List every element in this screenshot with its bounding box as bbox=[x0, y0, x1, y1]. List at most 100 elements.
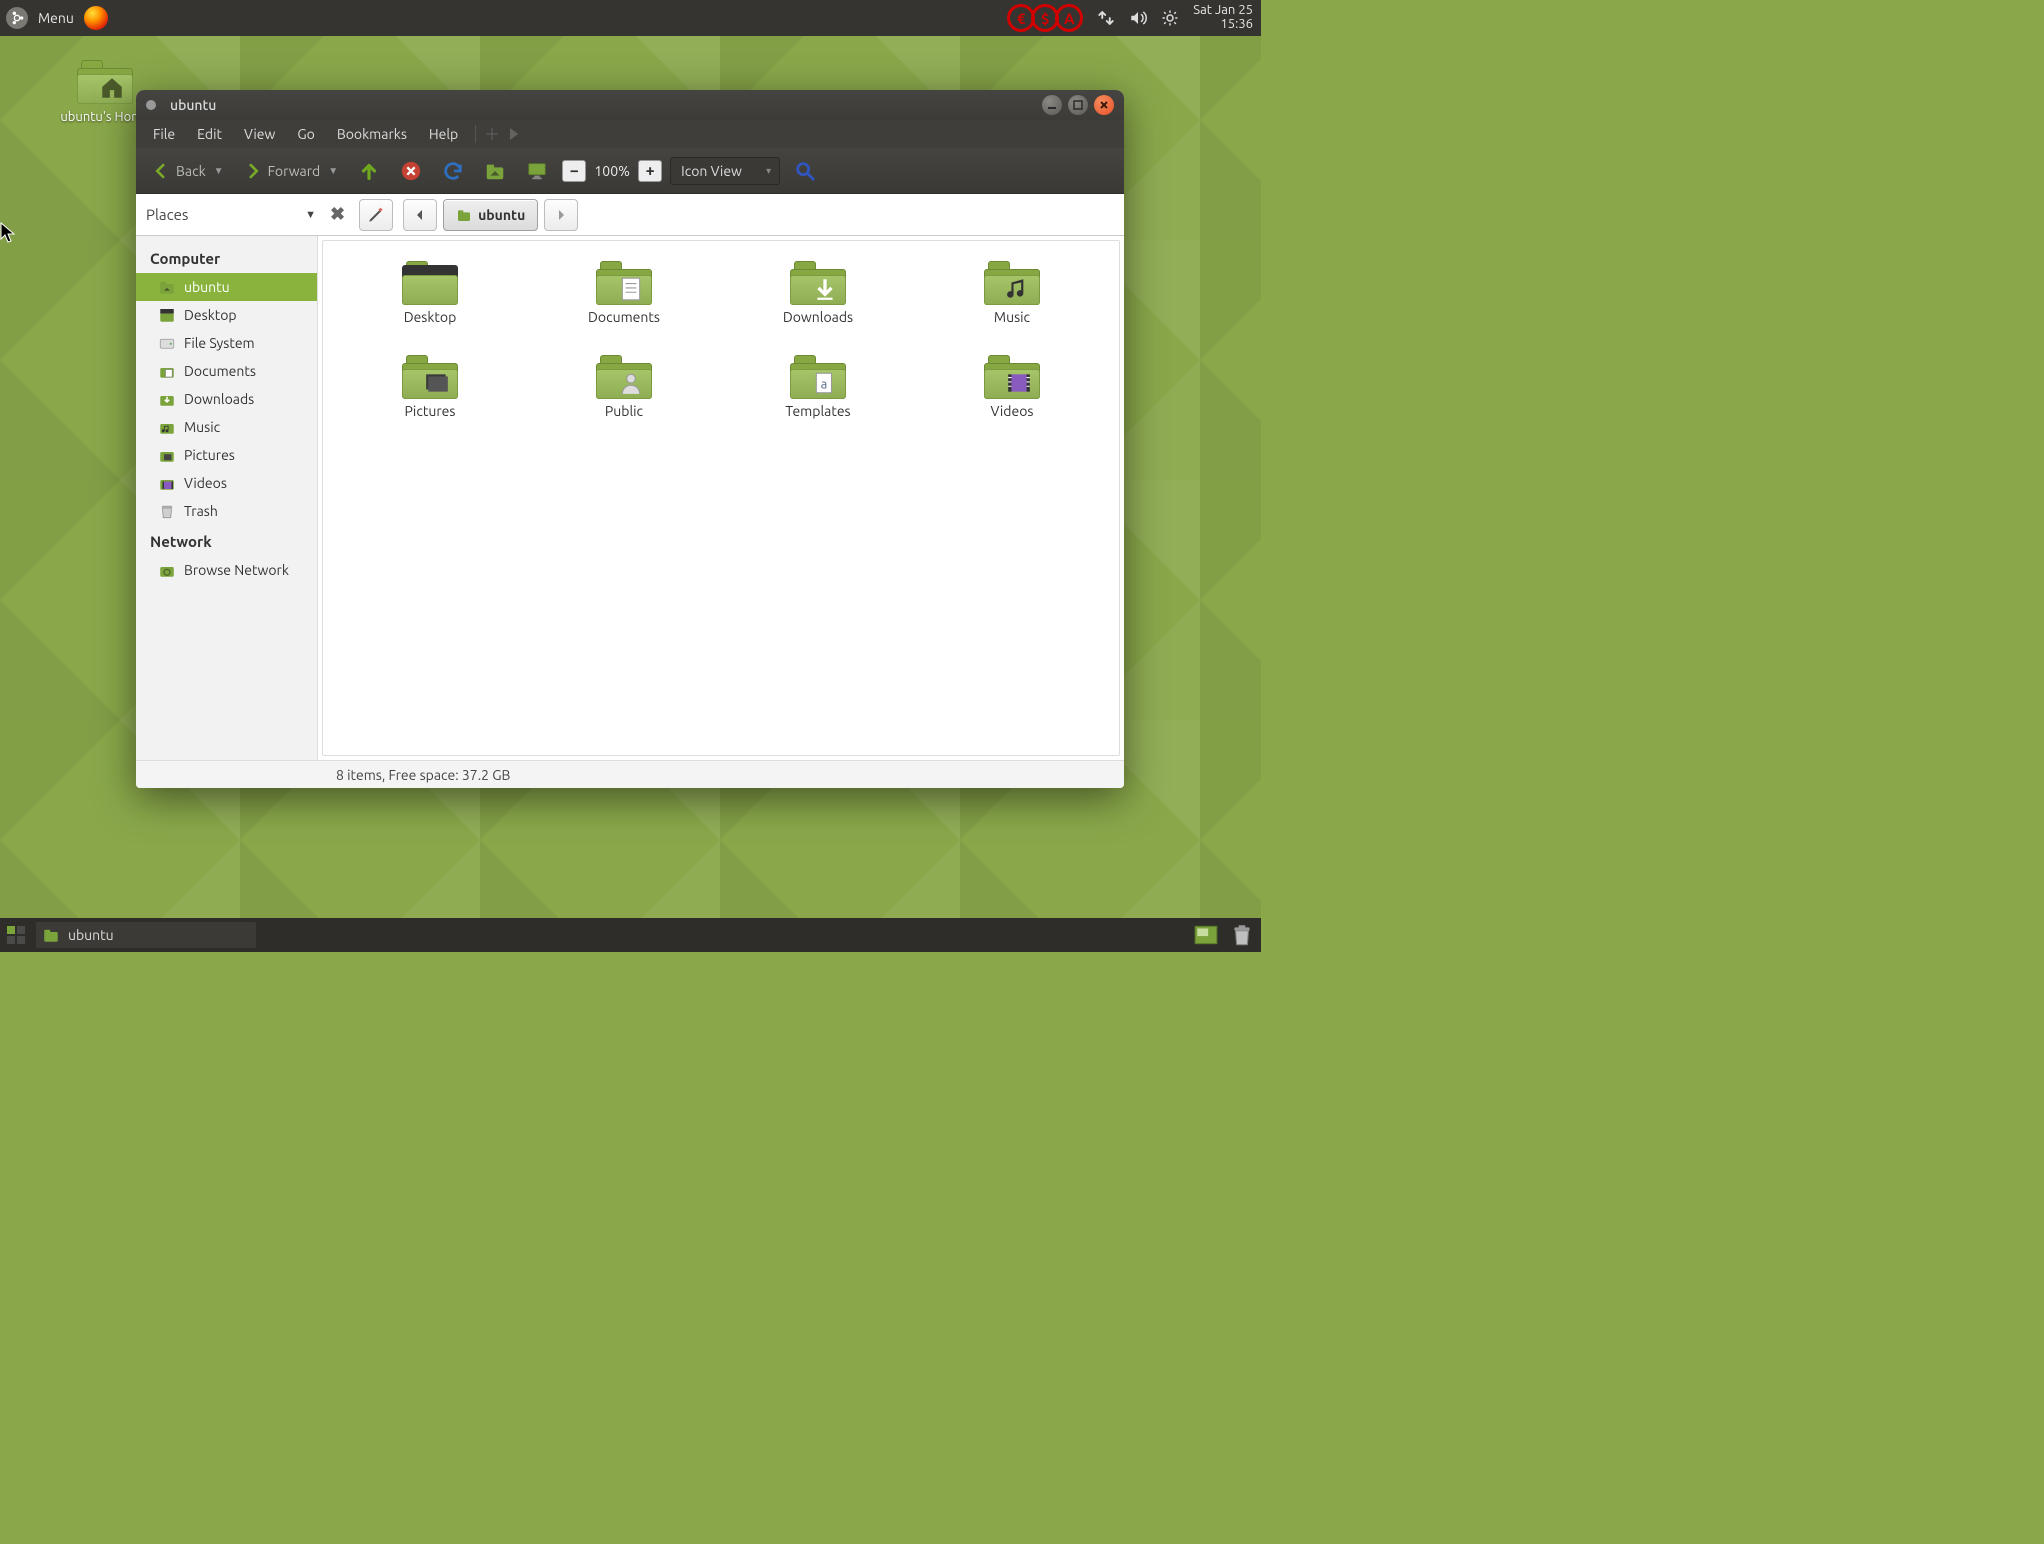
back-label: Back bbox=[176, 163, 206, 179]
settings-gear-icon[interactable] bbox=[1161, 9, 1179, 27]
documents-icon bbox=[616, 277, 646, 301]
volume-icon[interactable] bbox=[1129, 9, 1147, 27]
taskbar-item-ubuntu[interactable]: ubuntu bbox=[36, 922, 256, 948]
documents-icon bbox=[158, 362, 176, 380]
folder-view[interactable]: Desktop Documents Downloads Music Pictures Pu… bbox=[322, 240, 1120, 756]
places-dropdown-icon[interactable]: ▼ bbox=[305, 209, 316, 221]
menu-view[interactable]: View bbox=[235, 124, 284, 144]
sidebar-item-label: Pictures bbox=[184, 447, 235, 463]
breadcrumb-item-ubuntu[interactable]: ubuntu bbox=[443, 199, 538, 231]
menu-bookmarks[interactable]: Bookmarks bbox=[328, 124, 416, 144]
taskbar-item-label: ubuntu bbox=[68, 927, 114, 943]
network-icon bbox=[158, 561, 176, 579]
folder-documents[interactable]: Documents bbox=[527, 261, 721, 325]
computer-button[interactable] bbox=[520, 156, 554, 186]
places-label[interactable]: Places bbox=[146, 206, 188, 223]
folder-label: Desktop bbox=[404, 309, 457, 325]
sidebar-item-label: Documents bbox=[184, 363, 256, 379]
breadcrumb-label: ubuntu bbox=[478, 207, 525, 223]
folder-label: Documents bbox=[588, 309, 660, 325]
folder-label: Downloads bbox=[783, 309, 853, 325]
folder-label: Music bbox=[994, 309, 1030, 325]
sidebar-item-trash[interactable]: Trash bbox=[136, 497, 317, 525]
sidebar-item-label: Browse Network bbox=[184, 562, 289, 578]
folder-videos[interactable]: Videos bbox=[915, 355, 1109, 419]
folder-public[interactable]: Public bbox=[527, 355, 721, 419]
clock[interactable]: Sat Jan 25 15:36 bbox=[1193, 4, 1255, 31]
bottom-panel: ubuntu bbox=[0, 918, 1261, 952]
sidebar-item-label: Music bbox=[184, 419, 220, 435]
show-desktop-button[interactable] bbox=[6, 925, 26, 945]
minimize-button[interactable] bbox=[1042, 95, 1062, 115]
breadcrumb-back-button[interactable] bbox=[403, 199, 437, 231]
folder-templates[interactable]: aTemplates bbox=[721, 355, 915, 419]
indicator-a-icon[interactable]: A bbox=[1055, 4, 1083, 32]
disabled-menu-icons bbox=[484, 126, 522, 142]
window-title: ubuntu bbox=[170, 97, 216, 113]
titlebar[interactable]: ubuntu bbox=[136, 90, 1124, 120]
sidebar-item-browse-network[interactable]: Browse Network bbox=[136, 556, 317, 584]
sidebar-item-ubuntu[interactable]: ubuntu bbox=[136, 273, 317, 301]
firefox-icon[interactable] bbox=[84, 6, 108, 30]
back-dropdown-icon[interactable]: ▼ bbox=[214, 165, 224, 177]
ubuntu-logo-icon[interactable] bbox=[6, 7, 28, 29]
close-sidepane-button[interactable]: ✖ bbox=[326, 204, 349, 225]
forward-dropdown-icon[interactable]: ▼ bbox=[328, 165, 338, 177]
trash-icon bbox=[158, 502, 176, 520]
location-bar: Places ▼ ✖ ubuntu bbox=[136, 194, 1124, 236]
folder-music[interactable]: Music bbox=[915, 261, 1109, 325]
places-sidebar: Computer ubuntuDesktopFile SystemDocumen… bbox=[136, 236, 318, 760]
trash-button[interactable] bbox=[1229, 922, 1255, 948]
folder-label: Templates bbox=[785, 403, 850, 419]
top-panel: Menu € $ A Sat Jan 25 15:36 bbox=[0, 0, 1261, 36]
sidebar-item-label: File System bbox=[184, 335, 255, 351]
clock-date: Sat Jan 25 bbox=[1193, 4, 1253, 18]
folder-downloads[interactable]: Downloads bbox=[721, 261, 915, 325]
menu-help[interactable]: Help bbox=[420, 124, 467, 144]
sidebar-item-file-system[interactable]: File System bbox=[136, 329, 317, 357]
sidebar-item-pictures[interactable]: Pictures bbox=[136, 441, 317, 469]
zoom-in-button[interactable]: + bbox=[638, 160, 662, 182]
parent-folder-button[interactable] bbox=[352, 156, 386, 186]
menu-go[interactable]: Go bbox=[288, 124, 323, 144]
menu-label[interactable]: Menu bbox=[38, 10, 74, 26]
status-text: 8 items, Free space: 37.2 GB bbox=[336, 767, 510, 783]
drive-icon bbox=[158, 334, 176, 352]
sidebar-item-videos[interactable]: Videos bbox=[136, 469, 317, 497]
sidebar-item-music[interactable]: Music bbox=[136, 413, 317, 441]
pictures-icon bbox=[422, 371, 452, 395]
folder-desktop[interactable]: Desktop bbox=[333, 261, 527, 325]
workspace-switcher[interactable] bbox=[1193, 923, 1219, 947]
app-icon bbox=[146, 100, 156, 110]
close-button[interactable] bbox=[1094, 95, 1114, 115]
indicator-badges[interactable]: € $ A bbox=[1011, 4, 1083, 32]
back-button[interactable]: Back ▼ bbox=[146, 158, 230, 184]
home-icon bbox=[158, 278, 176, 296]
edit-path-button[interactable] bbox=[359, 199, 393, 231]
desktop-icon bbox=[158, 306, 176, 324]
menu-edit[interactable]: Edit bbox=[188, 124, 231, 144]
zoom-out-button[interactable]: − bbox=[562, 160, 586, 182]
pictures-icon bbox=[158, 446, 176, 464]
folder-pictures[interactable]: Pictures bbox=[333, 355, 527, 419]
breadcrumb: ubuntu bbox=[403, 199, 578, 231]
network-icon[interactable] bbox=[1097, 9, 1115, 27]
home-button[interactable] bbox=[478, 156, 512, 186]
breadcrumb-forward-button[interactable] bbox=[544, 199, 578, 231]
view-mode-label: Icon View bbox=[681, 163, 742, 179]
sidebar-item-desktop[interactable]: Desktop bbox=[136, 301, 317, 329]
view-mode-select[interactable]: Icon View bbox=[670, 157, 780, 185]
music-icon bbox=[158, 418, 176, 436]
maximize-button[interactable] bbox=[1068, 95, 1088, 115]
forward-button[interactable]: Forward ▼ bbox=[238, 158, 345, 184]
sidebar-item-downloads[interactable]: Downloads bbox=[136, 385, 317, 413]
sidebar-item-documents[interactable]: Documents bbox=[136, 357, 317, 385]
reload-button[interactable] bbox=[436, 156, 470, 186]
clock-time: 15:36 bbox=[1193, 18, 1253, 32]
search-button[interactable] bbox=[788, 156, 822, 186]
videos-icon bbox=[1004, 371, 1034, 395]
menubar: File Edit View Go Bookmarks Help bbox=[136, 120, 1124, 148]
menu-file[interactable]: File bbox=[144, 124, 184, 144]
stop-button[interactable] bbox=[394, 156, 428, 186]
folder-label: Pictures bbox=[405, 403, 456, 419]
